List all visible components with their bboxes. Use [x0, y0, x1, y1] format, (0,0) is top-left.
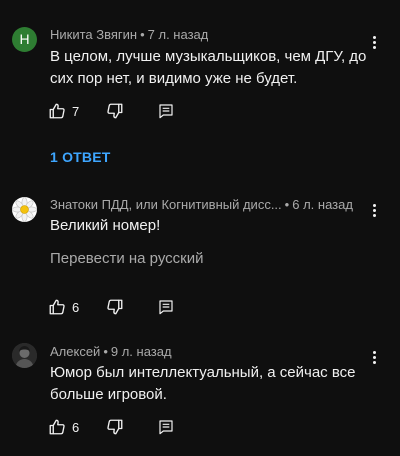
thumb-down-icon: [107, 419, 123, 435]
comment-author[interactable]: Знатоки ПДД, или Когнитивный дисс...: [50, 197, 282, 212]
comment-item: Н Никита Звягин • 7 л. назад В целом, лучш…: [0, 0, 400, 180]
dislike-button[interactable]: [106, 101, 124, 121]
like-count: 7: [72, 103, 80, 119]
comment-icon: [159, 420, 173, 435]
reply-button[interactable]: [158, 101, 174, 121]
comment-actions: 6: [48, 417, 188, 437]
comment-text: В целом, лучше музыкальщиков, чем ДГУ, д…: [50, 48, 367, 87]
thumb-down-icon: [107, 299, 123, 315]
comment-meta: Никита Звягин • 7 л. назад: [50, 27, 208, 42]
avatar[interactable]: Н: [12, 27, 37, 52]
comment-icon: [159, 300, 173, 315]
comment-meta: Знатоки ПДД, или Когнитивный дисс... • 6 л…: [50, 197, 365, 212]
comment-time[interactable]: 7 л. назад: [148, 27, 209, 42]
thumb-down-icon: [107, 103, 123, 119]
comment-text: Великий номер!: [50, 217, 161, 234]
like-button[interactable]: 6: [48, 297, 79, 317]
comment-item: Знатоки ПДД, или Когнитивный дисс... • 6 л…: [0, 180, 400, 330]
like-count: 6: [72, 419, 80, 435]
dislike-button[interactable]: [106, 417, 124, 437]
meta-separator: •: [103, 344, 108, 359]
translate-button[interactable]: Перевести на русский: [50, 250, 204, 267]
daisy-avatar-icon[interactable]: [12, 197, 37, 222]
reply-button[interactable]: [158, 297, 174, 317]
thumb-up-icon: [49, 419, 65, 435]
dislike-button[interactable]: [106, 297, 124, 317]
view-replies-button[interactable]: 1 ОТВЕТ: [50, 149, 111, 165]
photo-avatar-icon[interactable]: [12, 343, 37, 368]
thumb-up-icon: [49, 299, 65, 315]
like-button[interactable]: 7: [48, 101, 79, 121]
comment-item: Алексей • 9 л. назад Юмор был интеллектуал…: [0, 330, 400, 456]
comment-time[interactable]: 9 л. назад: [111, 344, 172, 359]
meta-separator: •: [140, 27, 145, 42]
comment-actions: 7: [48, 101, 188, 121]
like-count: 6: [72, 299, 80, 315]
like-button[interactable]: 6: [48, 417, 79, 437]
meta-separator: •: [284, 197, 290, 212]
thumb-up-icon: [49, 103, 65, 119]
comment-author[interactable]: Никита Звягин: [50, 27, 137, 42]
comment-icon: [159, 104, 173, 119]
comment-time[interactable]: 6 л. назад: [292, 197, 353, 212]
comment-author[interactable]: Алексей: [50, 344, 100, 359]
comment-text: Юмор был интеллектуальный, а сейчас все …: [50, 364, 356, 403]
reply-button[interactable]: [158, 417, 174, 437]
comment-meta: Алексей • 9 л. назад: [50, 344, 172, 359]
comment-actions: 6: [48, 297, 188, 317]
